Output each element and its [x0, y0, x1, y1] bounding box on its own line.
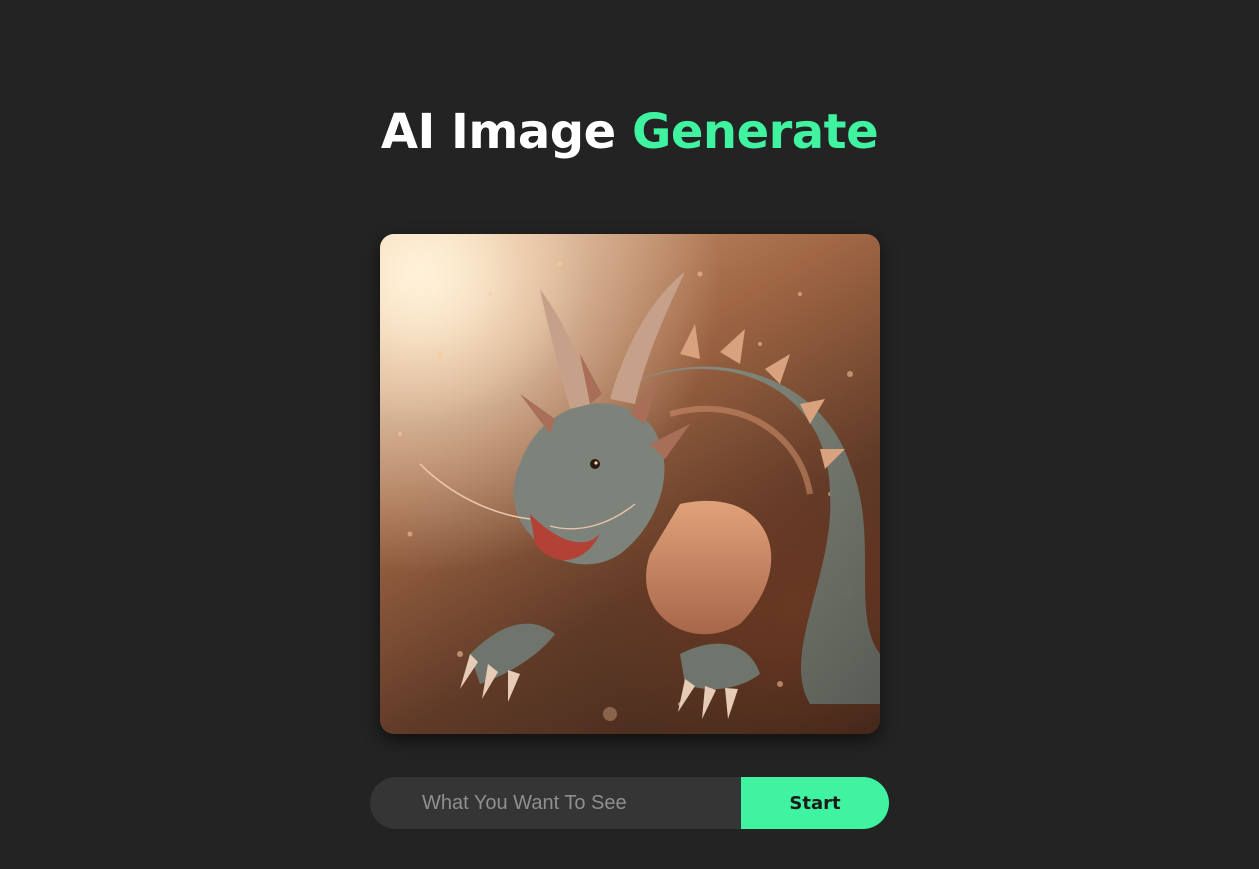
- title-part-accent: Generate: [631, 104, 879, 160]
- prompt-input[interactable]: [370, 777, 741, 829]
- page: AI Image Generate What You Want To See S…: [0, 0, 1259, 869]
- prompt-bar: Start: [370, 777, 889, 829]
- title-part-white: AI Image: [380, 104, 616, 160]
- start-button[interactable]: Start: [741, 777, 889, 829]
- page-title: AI Image Generate: [0, 102, 1259, 162]
- generated-image: [380, 234, 880, 734]
- dragon-illustration: [380, 234, 880, 734]
